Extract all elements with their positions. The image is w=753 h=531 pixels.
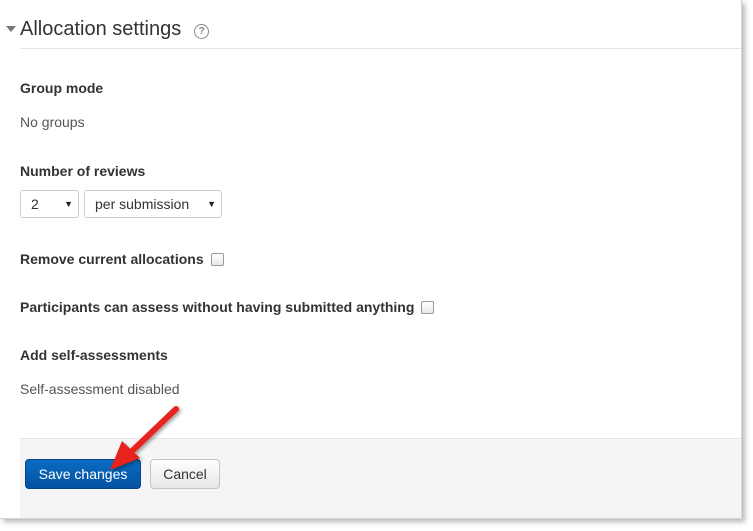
section-divider (20, 48, 741, 49)
remove-allocations-row: Remove current allocations (20, 251, 224, 267)
section-header[interactable]: Allocation settings ? (0, 14, 210, 44)
assess-without-submission-label: Participants can assess without having s… (20, 299, 415, 315)
assess-without-submission-row: Participants can assess without having s… (20, 299, 435, 315)
help-icon[interactable]: ? (194, 24, 210, 39)
reviews-count-select[interactable]: 2 ▼ (20, 190, 79, 218)
self-assessments-label: Add self-assessments (20, 347, 168, 363)
self-assessments-value: Self-assessment disabled (20, 381, 180, 397)
number-of-reviews-label: Number of reviews (20, 163, 146, 179)
reviews-count-selected: 2 (31, 196, 39, 212)
remove-allocations-label: Remove current allocations (20, 251, 204, 267)
group-mode-label: Group mode (20, 80, 104, 96)
group-mode-value: No groups (20, 114, 85, 130)
reviews-per-selected: per submission (95, 196, 190, 212)
assess-without-submission-checkbox[interactable] (421, 300, 435, 314)
remove-allocations-checkbox[interactable] (210, 252, 224, 266)
collapse-triangle-icon[interactable] (6, 26, 16, 32)
allocation-settings-panel: Allocation settings ? Group mode No grou… (0, 0, 742, 519)
reviews-per-select[interactable]: per submission ▼ (84, 190, 222, 218)
section-title[interactable]: Allocation settings (20, 15, 181, 43)
chevron-down-icon: ▼ (64, 199, 73, 209)
cancel-button[interactable]: Cancel (150, 459, 220, 489)
save-changes-button[interactable]: Save changes (25, 459, 141, 489)
chevron-down-icon: ▼ (207, 199, 216, 209)
